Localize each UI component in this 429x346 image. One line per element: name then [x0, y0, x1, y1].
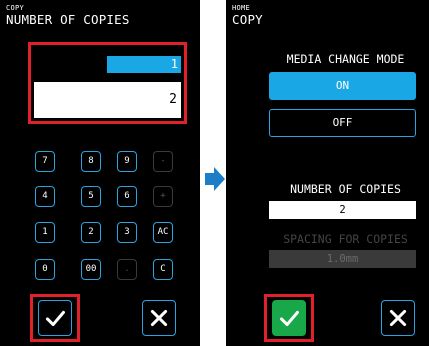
key-0[interactable]: 0: [35, 259, 55, 280]
key-decimal: .: [117, 259, 137, 280]
page-title: COPY: [232, 12, 263, 27]
close-icon: [150, 309, 168, 327]
key-5[interactable]: 5: [81, 186, 101, 207]
spacing-label: SPACING FOR COPIES: [283, 232, 408, 246]
cancel-button[interactable]: [142, 300, 176, 336]
check-icon: [279, 310, 299, 327]
copy-settings-screen: HOME COPY MEDIA CHANGE MODE ON OFF NUMBE…: [226, 0, 429, 346]
page-title: NUMBER OF COPIES: [6, 12, 130, 27]
off-button[interactable]: OFF: [269, 109, 416, 137]
key-3[interactable]: 3: [117, 222, 137, 243]
copies-value-field[interactable]: 2: [269, 201, 416, 219]
key-minus: -: [153, 151, 173, 172]
key-all-clear[interactable]: AC: [153, 222, 173, 243]
breadcrumb: COPY: [6, 4, 25, 12]
close-icon: [389, 309, 407, 327]
key-1[interactable]: 1: [35, 222, 55, 243]
copies-input-screen: COPY NUMBER OF COPIES 1 2 7 8 9 - 4 5 6 …: [0, 0, 200, 346]
confirm-button[interactable]: [38, 300, 72, 336]
cancel-button[interactable]: [381, 300, 415, 336]
spacing-value-field: 1.0mm: [269, 250, 416, 268]
confirm-button[interactable]: [272, 300, 306, 336]
check-icon: [45, 310, 65, 327]
key-4[interactable]: 4: [35, 186, 55, 207]
key-plus: +: [153, 186, 173, 207]
key-9[interactable]: 9: [117, 151, 137, 172]
current-value-row: 1: [34, 48, 181, 80]
arrow-right-icon: [205, 167, 225, 191]
key-00[interactable]: 00: [81, 259, 101, 280]
key-7[interactable]: 7: [35, 151, 55, 172]
current-value: 1: [107, 56, 181, 73]
highlight-frame-display: 1 2: [28, 42, 187, 124]
key-2[interactable]: 2: [81, 222, 101, 243]
key-8[interactable]: 8: [81, 151, 101, 172]
key-6[interactable]: 6: [117, 186, 137, 207]
copies-input-field[interactable]: 2: [34, 82, 181, 118]
copies-label: NUMBER OF COPIES: [290, 182, 401, 196]
key-clear[interactable]: C: [153, 259, 173, 280]
on-button[interactable]: ON: [269, 72, 416, 100]
media-change-label: MEDIA CHANGE MODE: [286, 52, 405, 66]
breadcrumb: HOME: [232, 4, 251, 12]
